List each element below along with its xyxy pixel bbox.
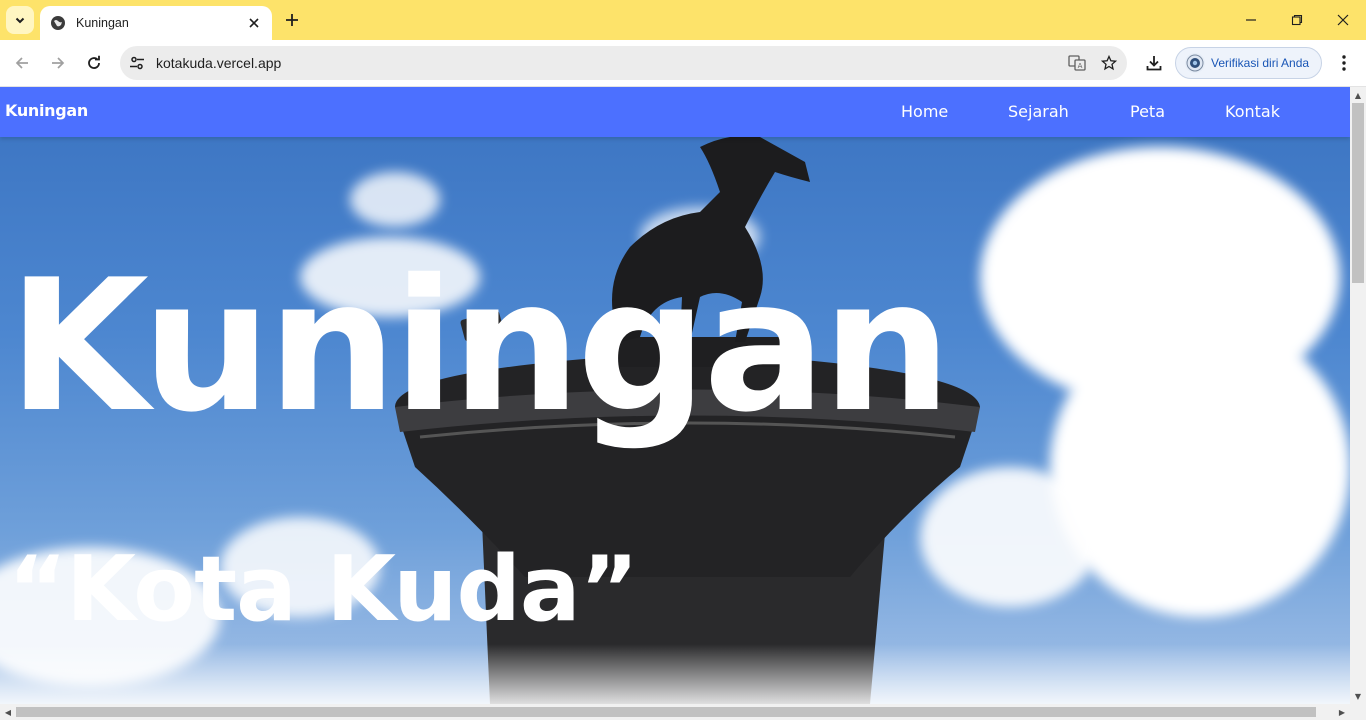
nav-home-link[interactable]: Home xyxy=(901,102,948,121)
minimize-button[interactable] xyxy=(1228,0,1274,40)
globe-icon xyxy=(50,15,66,31)
nav-peta-link[interactable]: Peta xyxy=(1130,102,1165,121)
vertical-scroll-thumb[interactable] xyxy=(1352,103,1364,283)
download-icon xyxy=(1146,56,1162,71)
star-icon xyxy=(1101,55,1117,71)
vertical-scrollbar[interactable]: ▲ ▼ xyxy=(1350,87,1366,704)
close-icon xyxy=(1337,14,1349,26)
back-button[interactable] xyxy=(8,49,36,77)
url-text: kotakuda.vercel.app xyxy=(156,55,282,71)
hero-subtitle: “Kota Kuda” xyxy=(8,537,639,642)
arrow-right-icon xyxy=(52,57,65,69)
minimize-icon xyxy=(1246,19,1256,21)
translate-button[interactable]: A xyxy=(1063,49,1091,77)
tune-icon xyxy=(130,56,144,70)
site-info-button[interactable] xyxy=(122,48,152,78)
profile-verify-button[interactable]: Verifikasi diri Anda xyxy=(1175,47,1322,79)
browser-tab-active[interactable]: Kuningan xyxy=(40,6,272,40)
browser-tab-strip: Kuningan xyxy=(0,0,1366,40)
downloads-button[interactable] xyxy=(1140,49,1168,77)
hero-section: Kuningan “Kota Kuda” xyxy=(0,137,1350,704)
close-window-button[interactable] xyxy=(1320,0,1366,40)
restore-button[interactable] xyxy=(1274,0,1320,40)
hero-bottom-fade xyxy=(0,644,1350,704)
page-viewport: Kuningan Home Sejarah Peta Kontak Kuning… xyxy=(0,87,1350,704)
close-icon xyxy=(249,18,259,28)
tab-close-button[interactable] xyxy=(246,15,262,31)
address-bar[interactable]: kotakuda.vercel.app A xyxy=(120,46,1127,80)
profile-avatar-icon xyxy=(1185,53,1205,73)
horizontal-scrollbar[interactable]: ◀ ▶ xyxy=(0,704,1366,720)
scroll-left-arrow-icon[interactable]: ◀ xyxy=(0,704,16,720)
scroll-up-arrow-icon[interactable]: ▲ xyxy=(1350,87,1366,103)
chevron-down-icon xyxy=(15,17,25,24)
nav-kontak-link[interactable]: Kontak xyxy=(1225,102,1280,121)
site-brand-link[interactable]: Kuningan xyxy=(5,101,88,120)
restore-icon xyxy=(1291,14,1303,26)
hero-title: Kuningan xyxy=(8,240,952,452)
tab-title: Kuningan xyxy=(76,16,129,30)
browser-toolbar: kotakuda.vercel.app A Verifikasi diri An… xyxy=(0,40,1366,87)
forward-button[interactable] xyxy=(44,49,72,77)
nav-sejarah-link[interactable]: Sejarah xyxy=(1008,102,1069,121)
bookmark-button[interactable] xyxy=(1095,49,1123,77)
kebab-menu-icon xyxy=(1342,55,1346,71)
site-navbar: Kuningan Home Sejarah Peta Kontak xyxy=(0,87,1350,137)
browser-menu-button[interactable] xyxy=(1330,49,1358,77)
profile-label: Verifikasi diri Anda xyxy=(1211,56,1310,70)
reload-button[interactable] xyxy=(80,49,108,77)
tab-search-button[interactable] xyxy=(6,6,34,34)
scroll-down-arrow-icon[interactable]: ▼ xyxy=(1350,688,1366,704)
horizontal-scroll-thumb[interactable] xyxy=(16,707,1316,717)
svg-text:A: A xyxy=(1078,62,1083,70)
arrow-left-icon xyxy=(15,57,28,69)
reload-icon xyxy=(88,55,100,69)
new-tab-button[interactable] xyxy=(280,8,304,32)
translate-icon: A xyxy=(1068,55,1086,71)
scroll-right-arrow-icon[interactable]: ▶ xyxy=(1334,704,1350,720)
plus-icon xyxy=(286,14,298,26)
